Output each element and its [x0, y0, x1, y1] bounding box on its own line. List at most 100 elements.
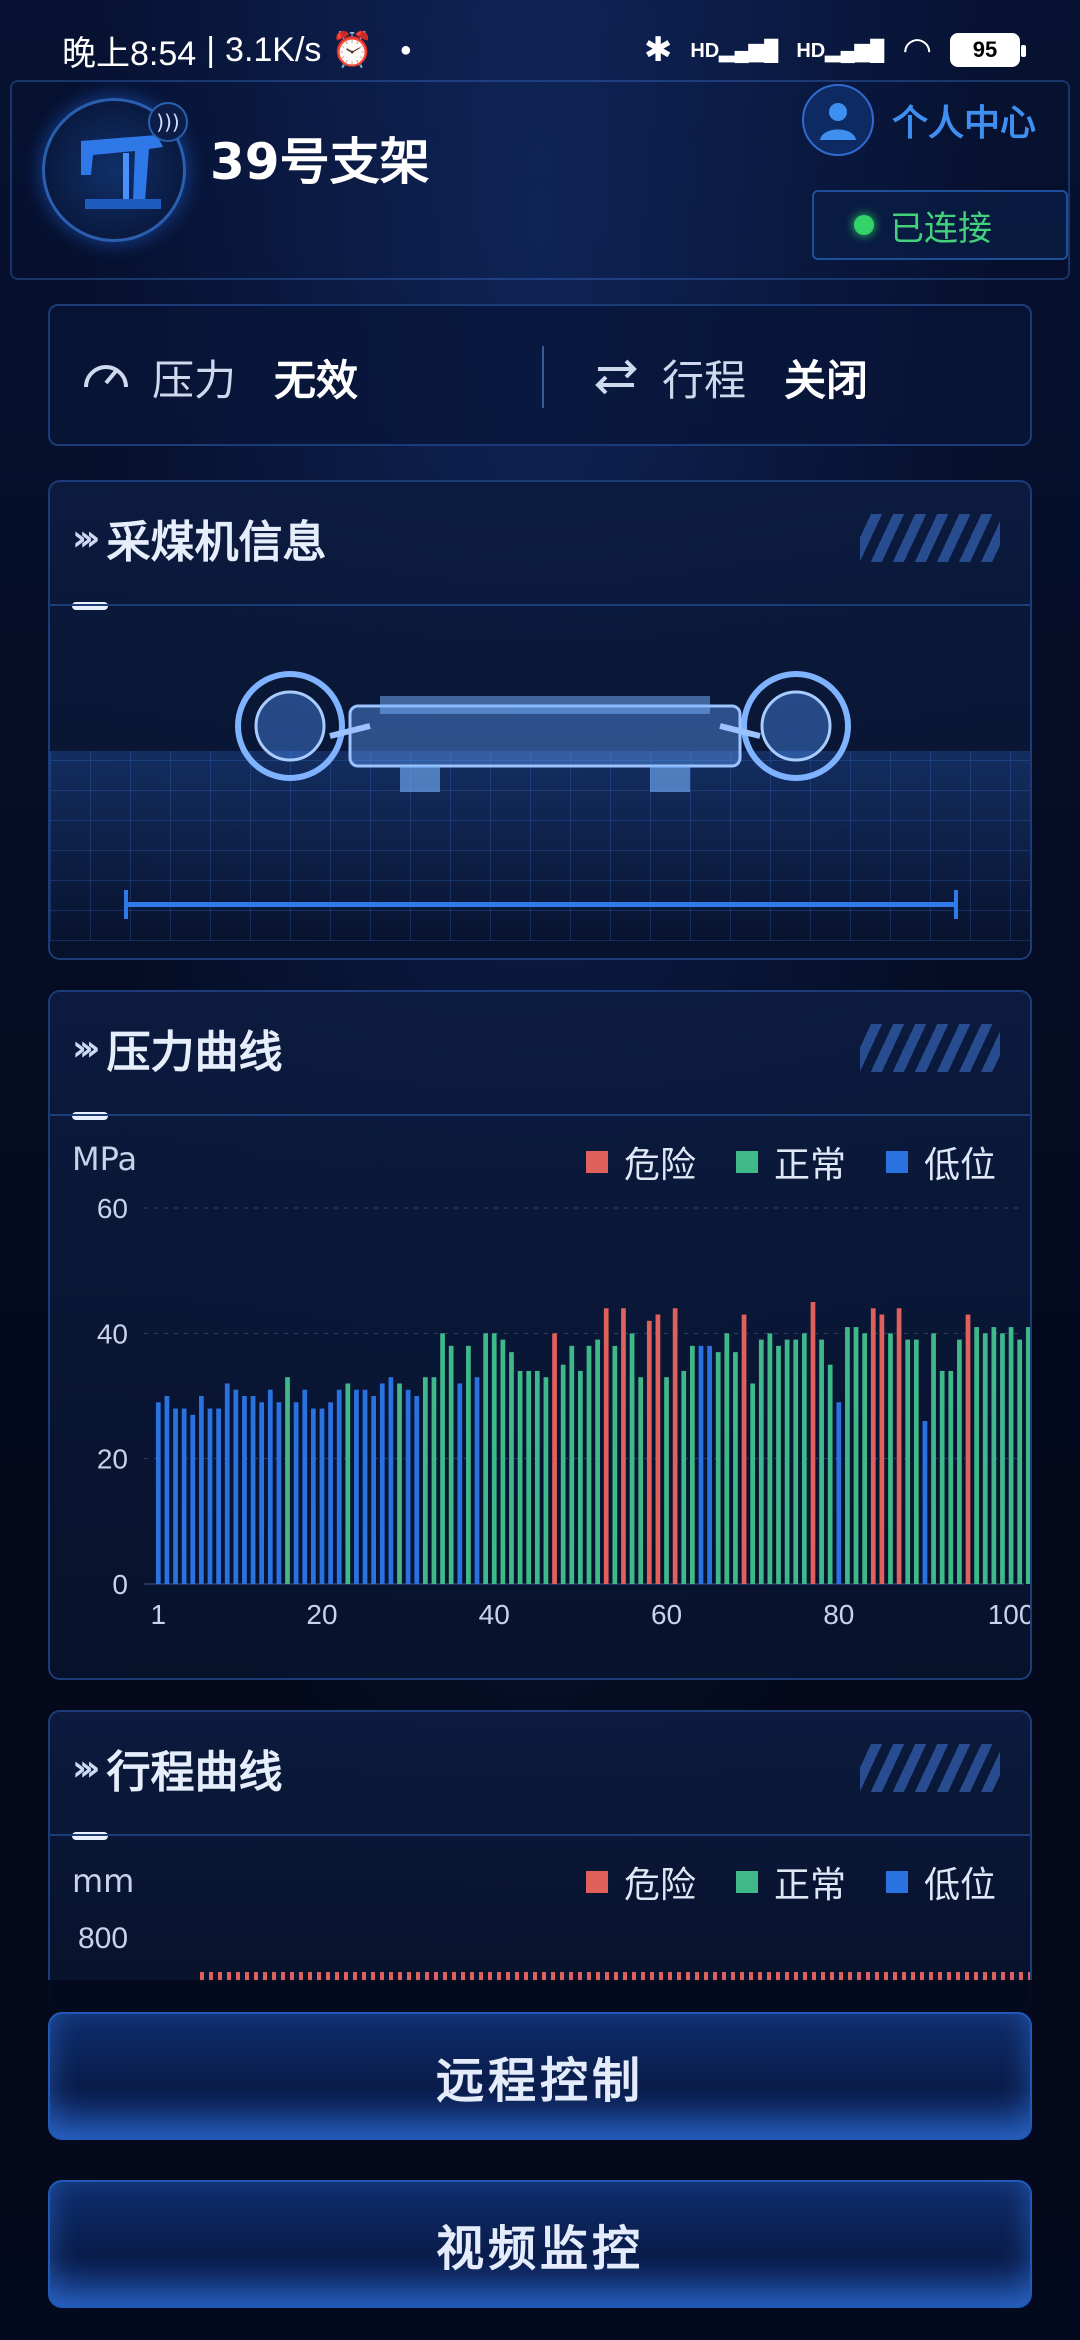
personal-center-button[interactable]: 个人中心 [802, 84, 1036, 156]
pressure-bar-86 [888, 1333, 893, 1584]
pressure-bar-87 [896, 1308, 902, 1584]
pressure-bar-90 [922, 1421, 928, 1584]
legend-normal-swatch [735, 1151, 758, 1173]
pressure-bar-53 [603, 1308, 609, 1584]
pressure-label: 压力 [152, 355, 237, 405]
panel-separator [50, 1114, 1030, 1116]
pressure-bar-33 [431, 1377, 437, 1584]
pressure-bar-20 [319, 1408, 325, 1584]
chevrons-icon: ››› [72, 1027, 100, 1069]
stroke-y-tick-800: 800 [78, 1922, 129, 1955]
pressure-bar-94 [957, 1339, 962, 1584]
connection-status-badge: 已连接 [812, 190, 1068, 260]
pressure-bar-79 [827, 1364, 833, 1584]
pressure-bar-2 [164, 1396, 170, 1584]
stroke-legend: 危险 正常 低位 [585, 1856, 996, 1908]
stroke-panel-header: ››› 行程曲线 [72, 1736, 283, 1800]
legend-low-swatch [885, 1151, 908, 1173]
pressure-bar-43 [517, 1370, 523, 1584]
pressure-bar-chart: 0 20 40 60 1 20 40 60 80 100 [97, 1193, 1030, 1630]
x-tick-label: 1 [151, 1599, 167, 1630]
sensor-status-strip: 压力 无效 行程 关闭 [48, 304, 1032, 446]
stroke-arrows-icon [595, 359, 637, 395]
gauge-icon [84, 365, 128, 388]
pressure-bar-18 [302, 1389, 308, 1584]
pressure-bar-54 [612, 1345, 618, 1584]
legend-danger-swatch [585, 1151, 608, 1173]
pressure-status: 压力 无效 [80, 306, 358, 448]
y-tick-label: 60 [97, 1193, 128, 1224]
panel-hatch-decoration [860, 1024, 1000, 1072]
y-tick-label: 0 [112, 1569, 128, 1600]
pressure-bar-38 [474, 1377, 480, 1584]
stroke-panel-title: 行程曲线 [106, 1747, 283, 1798]
pressure-panel-title: 压力曲线 [106, 1027, 283, 1078]
chevrons-icon: ››› [72, 517, 100, 559]
pressure-bar-28 [388, 1377, 394, 1584]
pressure-bar-44 [526, 1370, 532, 1584]
pressure-bar-40 [491, 1333, 497, 1584]
pressure-bar-72 [767, 1333, 773, 1584]
x-tick-label: 80 [823, 1599, 854, 1630]
pressure-bar-88 [905, 1339, 911, 1584]
pressure-bar-56 [629, 1333, 635, 1584]
pressure-bar-3 [173, 1408, 178, 1584]
pressure-bar-39 [483, 1333, 489, 1584]
pressure-bar-85 [879, 1314, 885, 1584]
status-separator: | [206, 30, 216, 69]
legend-danger: 危险 [585, 1856, 696, 1908]
pressure-bar-59 [655, 1314, 661, 1584]
pressure-bar-81 [845, 1327, 850, 1584]
user-icon [802, 84, 874, 156]
shearer-visual [50, 606, 1030, 942]
remote-control-button[interactable]: 远程控制 [48, 2012, 1032, 2140]
pressure-bar-23 [345, 1383, 351, 1584]
legend-danger: 危险 [585, 1136, 696, 1188]
pressure-bar-17 [293, 1402, 299, 1584]
pressure-bar-30 [405, 1389, 411, 1584]
pressure-bar-64 [698, 1345, 704, 1584]
pressure-bar-24 [354, 1389, 359, 1584]
alarm-icon: ⏰ [331, 31, 374, 69]
pressure-bar-4 [181, 1408, 187, 1584]
y-tick-label: 20 [97, 1444, 128, 1475]
shearer-machine-icon [235, 671, 851, 792]
pressure-bar-27 [379, 1383, 385, 1584]
battery-icon: 95 [950, 33, 1026, 67]
pressure-bar-21 [328, 1402, 333, 1584]
x-tick-label: 100 [988, 1599, 1030, 1630]
pressure-bar-13 [259, 1402, 265, 1584]
pressure-bar-35 [448, 1345, 454, 1584]
header: ))) 39号支架 个人中心 已连接 [0, 70, 1080, 300]
wifi-icon: ◠ [902, 31, 932, 69]
pressure-bar-55 [621, 1308, 626, 1584]
pressure-bar-51 [586, 1345, 592, 1584]
pressure-bar-11 [242, 1396, 247, 1584]
pressure-bar-49 [569, 1345, 575, 1584]
signal-hd-2: HD▂▄▆█ [796, 39, 885, 62]
personal-center-label: 个人中心 [892, 103, 1037, 144]
pressure-bar-92 [939, 1370, 945, 1584]
pressure-bar-68 [733, 1352, 738, 1584]
pressure-bar-22 [336, 1389, 342, 1584]
pressure-bar-76 [801, 1333, 807, 1584]
pressure-bar-15 [276, 1402, 282, 1584]
bottom-action-area: 远程控制 视频监控 [0, 1980, 1080, 2340]
wireless-signal-icon: ))) [148, 102, 188, 142]
pressure-bar-31 [414, 1396, 420, 1584]
legend-low: 低位 [885, 1136, 996, 1188]
pressure-bar-75 [793, 1339, 799, 1584]
stroke-label: 行程 [662, 355, 747, 405]
pressure-bar-50 [578, 1370, 583, 1584]
video-monitor-button[interactable]: 视频监控 [48, 2180, 1032, 2308]
pressure-value: 无效 [274, 355, 359, 405]
pressure-bar-26 [371, 1396, 377, 1584]
network-speed: 3.1K/s [225, 30, 322, 69]
dot-icon: ● [399, 38, 412, 61]
pressure-bar-80 [836, 1402, 842, 1584]
pressure-bar-93 [948, 1370, 954, 1584]
pressure-bar-48 [560, 1364, 566, 1584]
stroke-unit-label: mm [72, 1862, 135, 1900]
stroke-status: 行程 关闭 [590, 306, 868, 448]
pressure-bar-98 [991, 1327, 997, 1584]
